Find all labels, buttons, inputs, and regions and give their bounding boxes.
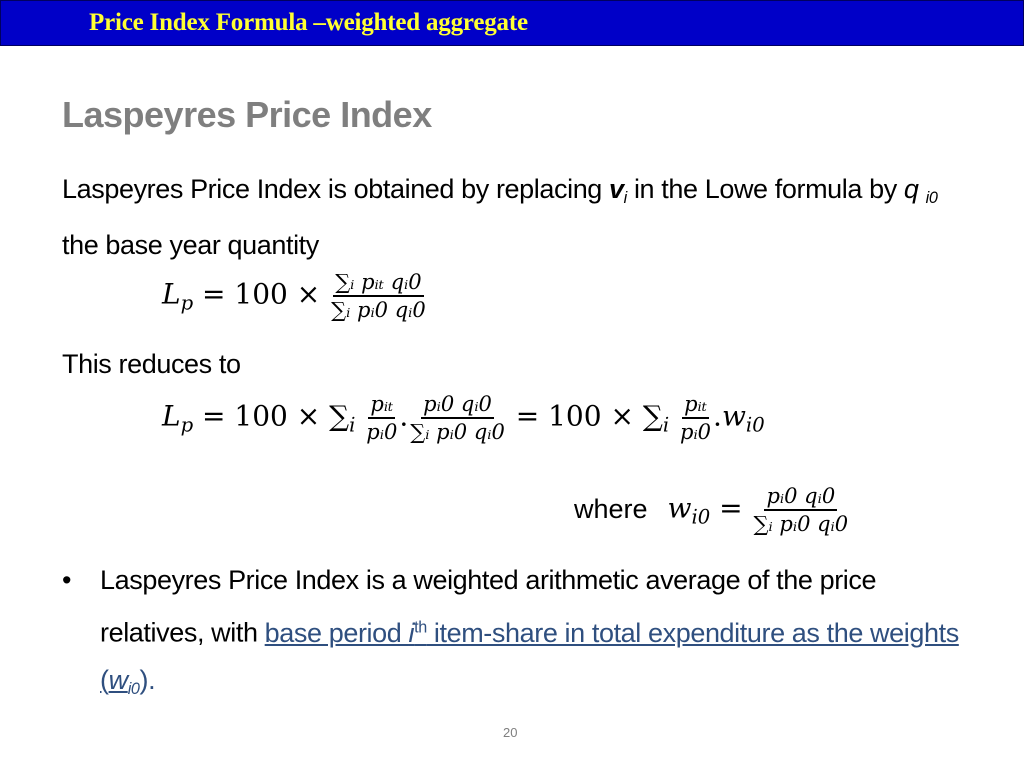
bullet-text: Laspeyres Price Index is a weighted arit… — [100, 557, 962, 713]
eq2-f2-num: pᵢ0 qᵢ0 — [421, 392, 494, 419]
eq3-w: w — [667, 491, 692, 525]
eq2-sum-sub-2: i — [662, 413, 670, 437]
header-banner: Price Index Formula –weighted aggregate — [0, 0, 1024, 46]
eq2-f1-num: pᵢₜ — [368, 392, 396, 419]
link-w-sub: i0 — [127, 679, 140, 698]
eq1-numerator: ∑ᵢ pᵢₜ qᵢ0 — [333, 270, 424, 297]
equation-weight: where wi0 = pᵢ0 qᵢ0 ∑ᵢ pᵢ0 qᵢ0 — [574, 484, 850, 536]
eq1-lhs-sub: p — [180, 291, 194, 315]
slide-title: Laspeyres Price Index — [62, 94, 432, 135]
eq2-sum-sub: i — [349, 413, 356, 437]
eq3-w-sub: i0 — [691, 505, 711, 529]
eq2-f3-den: pᵢ0 — [680, 420, 712, 444]
link-th: th — [414, 618, 427, 636]
link-w: w — [108, 664, 129, 695]
eq2-f1-den: pᵢ0 — [366, 420, 398, 444]
eq2-f3-num: pᵢₜ — [682, 392, 709, 419]
eq2-fraction-3: pᵢₜ pᵢ0 — [678, 392, 713, 444]
eq3-numerator: pᵢ0 qᵢ0 — [764, 484, 838, 511]
intro-text-2: in the Lowe formula by — [626, 174, 904, 204]
var-q: q — [903, 174, 919, 204]
page-number: 20 — [503, 725, 518, 740]
bullet-tail: ). — [139, 664, 156, 695]
var-q-sub: i0 — [925, 188, 938, 207]
equation-reduced: Lp = 100 × ∑i pᵢₜ pᵢ0 . pᵢ0 qᵢ0 ∑ᵢ pᵢ0 q… — [162, 392, 765, 444]
eq2-dot-2: . — [713, 399, 722, 433]
banner-title: Price Index Formula –weighted aggregate — [89, 9, 528, 36]
link-text-1: base period — [264, 617, 409, 648]
eq3-fraction: pᵢ0 qᵢ0 ∑ᵢ pᵢ0 qᵢ0 — [752, 484, 851, 536]
eq2-dot: . — [399, 399, 409, 433]
eq2-w: w — [721, 399, 746, 433]
eq1-operator: = 100 × — [193, 277, 330, 311]
intro-paragraph: Laspeyres Price Index is obtained by rep… — [62, 166, 962, 269]
intro-text-1: Laspeyres Price Index is obtained by rep… — [62, 174, 610, 204]
eq1-lhs: L — [162, 277, 181, 311]
eq3-operator: = — [710, 491, 752, 525]
intro-text-3: the base year quantity — [62, 229, 319, 260]
eq2-w-sub: i0 — [745, 413, 765, 437]
reduces-text: This reduces to — [62, 349, 241, 379]
where-label: where — [574, 493, 648, 524]
eq2-lhs-sub: p — [180, 413, 194, 437]
eq1-fraction: ∑ᵢ pᵢₜ qᵢ0 ∑ᵢ pᵢ0 qᵢ0 — [329, 270, 428, 322]
eq3-denominator: ∑ᵢ pᵢ0 qᵢ0 — [753, 512, 849, 536]
eq2-f2-den: ∑ᵢ pᵢ0 qᵢ0 — [410, 420, 505, 444]
equation-laspeyres: Lp = 100 × ∑ᵢ pᵢₜ qᵢ0 ∑ᵢ pᵢ0 qᵢ0 — [162, 270, 428, 322]
eq2-fraction-1: pᵢₜ pᵢ0 — [364, 392, 399, 444]
eq2-operator: = 100 × ∑ — [193, 399, 350, 433]
eq1-denominator: ∑ᵢ pᵢ0 qᵢ0 — [331, 298, 426, 322]
eq2-fraction-2: pᵢ0 qᵢ0 ∑ᵢ pᵢ0 qᵢ0 — [408, 392, 507, 444]
bullet-marker: • — [62, 565, 72, 595]
var-v: v — [609, 174, 624, 204]
bullet-item: • Laspeyres Price Index is a weighted ar… — [62, 557, 962, 713]
eq2-operator-2: = 100 × ∑ — [506, 399, 663, 433]
eq2-lhs: L — [162, 399, 181, 433]
